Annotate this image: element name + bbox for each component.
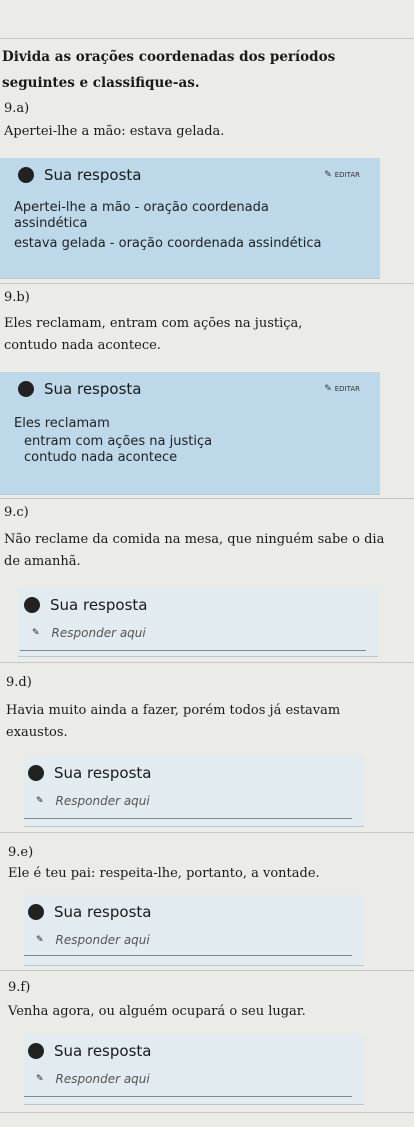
bullet-icon (28, 904, 44, 920)
answer-underline (24, 818, 352, 819)
answer-card-header: Sua resposta (18, 380, 141, 398)
bullet-icon (24, 597, 40, 613)
answer-card-header: Sua resposta (28, 764, 151, 782)
answer-card-title: Sua resposta (44, 166, 142, 184)
answer-card-title: Sua resposta (54, 903, 152, 921)
answer-placeholder: Responder aqui (55, 794, 150, 808)
answer-input[interactable]: ✎ Responder aqui (36, 1072, 150, 1086)
answer-card-header: Sua resposta (28, 1042, 151, 1060)
answer-line: entram com ações na justiça (24, 434, 213, 449)
bullet-icon (28, 1043, 44, 1059)
edit-label: EDITAR (334, 385, 360, 393)
top-divider (0, 38, 414, 39)
answer-card: Sua resposta ✎ Responder aqui (24, 895, 364, 966)
question-text: Venha agora, ou alguém ocupará o seu lug… (8, 1004, 306, 1019)
question-number: 9.c) (4, 505, 29, 520)
divider (0, 832, 414, 833)
answer-card-title: Sua resposta (50, 596, 148, 614)
answer-input[interactable]: ✎ Responder aqui (36, 794, 150, 808)
bullet-icon (18, 381, 34, 397)
edit-button[interactable]: ✎ EDITAR (324, 170, 360, 180)
pencil-icon: ✎ (324, 170, 332, 180)
question-text: Eles reclamam, entram com ações na justi… (4, 316, 303, 353)
answer-line: Eles reclamam (14, 416, 110, 431)
answer-card-title: Sua resposta (54, 1042, 152, 1060)
question-number: 9.b) (4, 290, 30, 305)
answer-line: contudo nada acontece (24, 450, 178, 465)
answer-line: assindética (14, 216, 88, 231)
instructions-text: Divida as orações coordenadas dos períod… (2, 49, 336, 91)
question-text: Não reclame da comida na mesa, que ningu… (4, 532, 385, 569)
answer-underline (24, 1096, 352, 1097)
pencil-icon: ✎ (32, 628, 40, 638)
answer-placeholder: Responder aqui (51, 626, 146, 640)
edit-button[interactable]: ✎ EDITAR (324, 384, 360, 394)
divider (0, 970, 414, 971)
edit-label: EDITAR (334, 171, 360, 179)
question-number: 9.f) (8, 980, 31, 995)
answer-card: Sua resposta ✎ EDITAR Apertei-lhe a mão … (0, 158, 380, 279)
divider (0, 662, 414, 663)
divider (0, 1112, 414, 1113)
answer-input[interactable]: ✎ Responder aqui (32, 626, 146, 640)
question-number: 9.a) (4, 101, 30, 116)
answer-line: Apertei-lhe a mão - oração coordenada (14, 200, 269, 215)
pencil-icon: ✎ (36, 935, 44, 945)
answer-card: Sua resposta ✎ Responder aqui (24, 1034, 364, 1105)
bullet-icon (18, 167, 34, 183)
divider (0, 498, 414, 499)
question-number: 9.e) (8, 845, 34, 860)
answer-card: Sua resposta ✎ Responder aqui (18, 588, 378, 657)
answer-card-header: Sua resposta (28, 903, 151, 921)
pencil-icon: ✎ (36, 1074, 44, 1084)
pencil-icon: ✎ (36, 796, 44, 806)
answer-underline (24, 955, 352, 956)
answer-card: Sua resposta ✎ EDITAR Eles reclamam entr… (0, 372, 380, 495)
answer-card-header: Sua resposta (18, 166, 141, 184)
answer-placeholder: Responder aqui (55, 933, 150, 947)
pencil-icon: ✎ (324, 384, 332, 394)
answer-card-title: Sua resposta (44, 380, 142, 398)
question-text: Ele é teu pai: respeita-lhe, portanto, a… (8, 866, 320, 881)
answer-placeholder: Responder aqui (55, 1072, 150, 1086)
question-number: 9.d) (6, 675, 32, 690)
answer-card-header: Sua resposta (24, 596, 147, 614)
bullet-icon (28, 765, 44, 781)
question-text: Apertei-lhe a mão: estava gelada. (4, 124, 225, 139)
answer-underline (20, 650, 366, 651)
answer-line: estava gelada - oração coordenada assind… (14, 236, 322, 251)
answer-card: Sua resposta ✎ Responder aqui (24, 756, 364, 827)
question-text: Havia muito ainda a fazer, porém todos j… (6, 703, 341, 740)
answer-card-title: Sua resposta (54, 764, 152, 782)
divider (0, 283, 414, 284)
answer-input[interactable]: ✎ Responder aqui (36, 933, 150, 947)
